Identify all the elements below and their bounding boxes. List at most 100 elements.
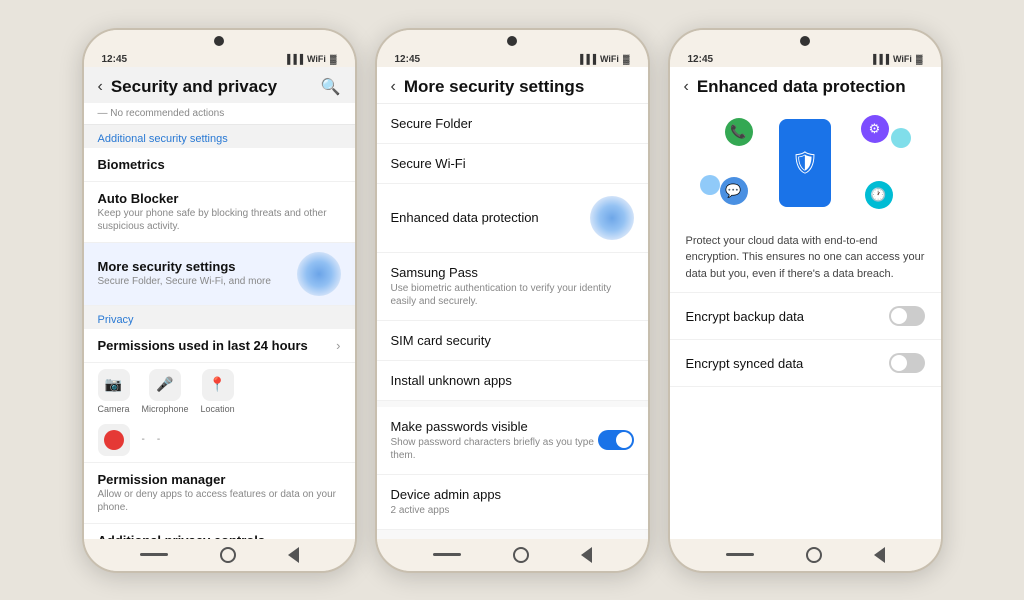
time-3: 12:45 bbox=[688, 54, 714, 65]
camera-notch-1 bbox=[214, 36, 224, 46]
small-teal-bubble bbox=[891, 128, 911, 148]
perm-dots-row: - - bbox=[84, 420, 355, 463]
battery-icon: ▓ bbox=[330, 54, 337, 64]
microphone-perm: 🎤 Microphone bbox=[142, 369, 189, 414]
search-button-1[interactable]: 🔍 bbox=[321, 77, 341, 97]
phone-frame-3: 12:45 ▐▐▐ WiFi ▓ ‹ Enhanced data protect… bbox=[668, 28, 943, 573]
section-privacy: Privacy bbox=[84, 306, 355, 329]
encrypt-synced-item[interactable]: Encrypt synced data bbox=[670, 340, 941, 387]
additional-privacy-item[interactable]: Additional privacy controls Control acce… bbox=[84, 524, 355, 539]
no-actions-bar: — No recommended actions bbox=[84, 103, 355, 125]
signal-icon: ▐▐▐ bbox=[284, 54, 303, 64]
status-icons-3: ▐▐▐ WiFi ▓ bbox=[870, 54, 923, 64]
camera-notch-2 bbox=[507, 36, 517, 46]
signal-icon-3: ▐▐▐ bbox=[870, 54, 889, 64]
encrypt-backup-toggle[interactable] bbox=[889, 306, 925, 326]
location-perm: 📍 Location bbox=[201, 369, 235, 414]
enhanced-protection-item[interactable]: Enhanced data protection bbox=[377, 184, 648, 253]
top-nav-2: ‹ More security settings bbox=[377, 67, 648, 104]
camera-notch-3 bbox=[800, 36, 810, 46]
screen-content-3: ‹ Enhanced data protection 📞 💬 🛡 ⚙ 🕐 Pro… bbox=[670, 67, 941, 539]
camera-perm: 📷 Camera bbox=[98, 369, 130, 414]
time-2: 12:45 bbox=[395, 54, 421, 65]
microphone-icon: 🎤 bbox=[149, 369, 181, 401]
back-nav-button-2[interactable] bbox=[581, 547, 592, 563]
phone-3: 12:45 ▐▐▐ WiFi ▓ ‹ Enhanced data protect… bbox=[668, 28, 943, 573]
permission-manager-item[interactable]: Permission manager Allow or deny apps to… bbox=[84, 463, 355, 524]
nav-bottom-2 bbox=[377, 539, 648, 571]
chevron-right-icon: › bbox=[336, 338, 340, 353]
auto-blocker-item[interactable]: Auto Blocker Keep your phone safe by blo… bbox=[84, 182, 355, 243]
phone-bubble-icon: 📞 bbox=[725, 118, 753, 146]
battery-icon-3: ▓ bbox=[916, 54, 923, 64]
screen-content-1: ‹ Security and privacy 🔍 — No recommende… bbox=[84, 67, 355, 539]
more-security-item[interactable]: More security settings Secure Folder, Se… bbox=[84, 243, 355, 306]
red-dot-icon bbox=[98, 424, 130, 456]
back-button-3[interactable]: ‹ bbox=[684, 78, 689, 96]
clock-bubble-icon: 🕐 bbox=[865, 181, 893, 209]
location-icon: 📍 bbox=[202, 369, 234, 401]
page-title-1: Security and privacy bbox=[111, 77, 313, 97]
status-icons-1: ▐▐▐ WiFi ▓ bbox=[284, 54, 337, 64]
secure-wifi-item[interactable]: Secure Wi-Fi bbox=[377, 144, 648, 184]
protection-description: Protect your cloud data with end-to-end … bbox=[670, 223, 941, 294]
phone-1: 12:45 ▐▐▐ WiFi ▓ ‹ Security and privacy … bbox=[82, 28, 357, 573]
back-nav-button-1[interactable] bbox=[288, 547, 299, 563]
signal-icon-2: ▐▐▐ bbox=[577, 54, 596, 64]
battery-icon-2: ▓ bbox=[623, 54, 630, 64]
phone-frame-1: 12:45 ▐▐▐ WiFi ▓ ‹ Security and privacy … bbox=[82, 28, 357, 573]
screen-content-2: ‹ More security settings Secure Folder S… bbox=[377, 67, 648, 539]
notch-bar-2 bbox=[377, 30, 648, 52]
wifi-icon-2: WiFi bbox=[600, 54, 619, 64]
secure-folder-item[interactable]: Secure Folder bbox=[377, 104, 648, 144]
status-icons-2: ▐▐▐ WiFi ▓ bbox=[577, 54, 630, 64]
small-blue-bubble bbox=[700, 175, 720, 195]
encrypt-backup-item[interactable]: Encrypt backup data bbox=[670, 293, 941, 340]
phone-frame-2: 12:45 ▐▐▐ WiFi ▓ ‹ More security setting… bbox=[375, 28, 650, 573]
encrypt-synced-toggle[interactable] bbox=[889, 353, 925, 373]
status-bar-2: 12:45 ▐▐▐ WiFi ▓ bbox=[377, 52, 648, 67]
credential-storage-section: Credential storage bbox=[377, 530, 648, 539]
shield-icon: 🛡 bbox=[791, 150, 819, 176]
nav-bottom-3 bbox=[670, 539, 941, 571]
install-unknown-item[interactable]: Install unknown apps bbox=[377, 361, 648, 401]
back-nav-button-3[interactable] bbox=[874, 547, 885, 563]
wifi-icon-3: WiFi bbox=[893, 54, 912, 64]
top-nav-1: ‹ Security and privacy 🔍 bbox=[84, 67, 355, 103]
permissions-row: 📷 Camera 🎤 Microphone 📍 Location bbox=[84, 363, 355, 420]
home-button-2[interactable] bbox=[513, 547, 529, 563]
back-button-1[interactable]: ‹ bbox=[98, 78, 103, 96]
illustration-area: 📞 💬 🛡 ⚙ 🕐 bbox=[670, 103, 941, 223]
home-button-3[interactable] bbox=[806, 547, 822, 563]
status-bar-1: 12:45 ▐▐▐ WiFi ▓ bbox=[84, 52, 355, 67]
top-nav-3: ‹ Enhanced data protection bbox=[670, 67, 941, 103]
phone-illustration: 🛡 bbox=[779, 119, 831, 207]
recents-button-2[interactable] bbox=[433, 553, 461, 556]
page-title-3: Enhanced data protection bbox=[697, 77, 927, 97]
section-additional: Additional security settings bbox=[84, 125, 355, 148]
samsung-pass-item[interactable]: Samsung Pass Use biometric authenticatio… bbox=[377, 253, 648, 321]
camera-icon: 📷 bbox=[98, 369, 130, 401]
ripple-animation-2 bbox=[590, 196, 634, 240]
sim-security-item[interactable]: SIM card security bbox=[377, 321, 648, 361]
settings-bubble-icon: ⚙ bbox=[861, 115, 889, 143]
recents-button-1[interactable] bbox=[140, 553, 168, 556]
recents-button-3[interactable] bbox=[726, 553, 754, 556]
biometrics-item[interactable]: Biometrics bbox=[84, 148, 355, 182]
home-button-1[interactable] bbox=[220, 547, 236, 563]
status-bar-3: 12:45 ▐▐▐ WiFi ▓ bbox=[670, 52, 941, 67]
time-1: 12:45 bbox=[102, 54, 128, 65]
page-title-2: More security settings bbox=[404, 77, 634, 97]
device-admin-item[interactable]: Device admin apps 2 active apps bbox=[377, 475, 648, 530]
nav-bottom-1 bbox=[84, 539, 355, 571]
permissions-item[interactable]: Permissions used in last 24 hours › bbox=[84, 329, 355, 363]
ripple-animation-1 bbox=[297, 252, 341, 296]
notch-bar-3 bbox=[670, 30, 941, 52]
make-passwords-toggle[interactable] bbox=[598, 430, 634, 450]
chat-bubble-icon: 💬 bbox=[720, 177, 748, 205]
wifi-icon: WiFi bbox=[307, 54, 326, 64]
back-button-2[interactable]: ‹ bbox=[391, 78, 396, 96]
phone-2: 12:45 ▐▐▐ WiFi ▓ ‹ More security setting… bbox=[375, 28, 650, 573]
notch-bar-1 bbox=[84, 30, 355, 52]
make-passwords-item[interactable]: Make passwords visible Show password cha… bbox=[377, 407, 648, 475]
